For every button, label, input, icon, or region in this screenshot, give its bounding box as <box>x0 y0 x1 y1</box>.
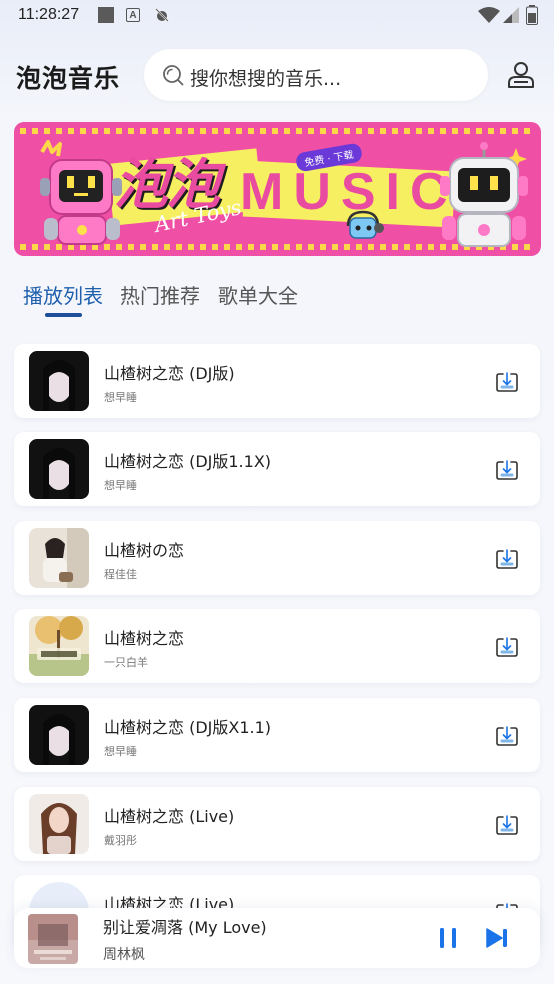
header: 泡泡音乐 搜你想搜的音乐... <box>0 46 554 106</box>
status-time: 11:28:27 <box>18 6 80 23</box>
song-artist: 想早睡 <box>104 479 137 492</box>
album-cover <box>29 794 89 854</box>
notification-bug-icon <box>155 8 169 22</box>
robot-right-illustration <box>440 142 528 247</box>
song-item[interactable]: 山楂树之恋 (Live) 戴羽彤 <box>14 787 540 861</box>
song-title: 山楂树之恋 (DJ版X1.1) <box>104 718 272 737</box>
song-item[interactable]: 山楂树之恋 (DJ版) 想早睡 <box>14 344 540 418</box>
user-icon[interactable] <box>506 60 536 90</box>
album-cover <box>29 616 89 676</box>
song-item[interactable]: 山楂树之恋 (DJ版1.1X) 想早睡 <box>14 432 540 506</box>
notification-a-icon: A <box>126 8 140 22</box>
player-song-title: 别让爱凋落 (My Love) <box>103 918 267 937</box>
next-icon[interactable] <box>485 926 509 950</box>
promo-banner[interactable]: 泡泡 MUSIC Art Toys 免费 · 下载 <box>14 122 541 256</box>
player-album-cover <box>28 914 78 964</box>
song-artist: 想早睡 <box>104 391 137 404</box>
search-placeholder: 搜你想搜的音乐... <box>190 68 342 90</box>
tab-bar: 播放列表 热门推荐 歌单大全 <box>0 280 554 320</box>
robot-left-illustration <box>40 140 122 245</box>
song-artist: 戴羽彤 <box>104 834 137 847</box>
song-artist: 一只白羊 <box>104 656 148 669</box>
song-title: 山楂树之恋 (DJ版) <box>104 364 235 383</box>
download-icon[interactable] <box>495 724 519 748</box>
song-title: 山楂树の恋 <box>104 541 185 560</box>
download-icon[interactable] <box>495 813 519 837</box>
tab-indicator <box>45 313 82 317</box>
app-title: 泡泡音乐 <box>16 64 121 93</box>
download-icon[interactable] <box>495 547 519 571</box>
status-bar: 11:28:27 A <box>0 0 554 30</box>
download-icon[interactable] <box>495 370 519 394</box>
pause-icon[interactable] <box>437 926 459 950</box>
album-cover <box>29 528 89 588</box>
search-icon <box>163 65 184 86</box>
mini-player[interactable]: 别让爱凋落 (My Love) 周林枫 <box>14 908 540 968</box>
song-title: 山楂树之恋 <box>104 629 185 648</box>
search-input[interactable]: 搜你想搜的音乐... <box>144 49 488 101</box>
song-artist: 程佳佳 <box>104 568 137 581</box>
tab-song-sheets[interactable]: 歌单大全 <box>218 280 298 309</box>
battery-icon <box>526 5 538 25</box>
player-artist: 周林枫 <box>103 947 145 963</box>
song-title: 山楂树之恋 (Live) <box>104 807 235 826</box>
song-item[interactable]: 山楂树之恋 (DJ版X1.1) 想早睡 <box>14 698 540 772</box>
album-cover <box>29 705 89 765</box>
signal-icon <box>503 7 519 23</box>
song-artist: 想早睡 <box>104 745 137 758</box>
tab-hot-recommend[interactable]: 热门推荐 <box>120 280 200 309</box>
download-icon[interactable] <box>495 458 519 482</box>
wifi-icon <box>478 7 500 23</box>
song-title: 山楂树之恋 (DJ版1.1X) <box>104 452 272 471</box>
notification-square-icon <box>98 7 114 23</box>
headphone-robot-illustration <box>346 210 384 239</box>
song-item[interactable]: 山楂树之恋 一只白羊 <box>14 609 540 683</box>
album-cover <box>29 351 89 411</box>
download-icon[interactable] <box>495 635 519 659</box>
tab-playlist[interactable]: 播放列表 <box>23 280 103 309</box>
song-item[interactable]: 山楂树の恋 程佳佳 <box>14 521 540 595</box>
album-cover <box>29 439 89 499</box>
